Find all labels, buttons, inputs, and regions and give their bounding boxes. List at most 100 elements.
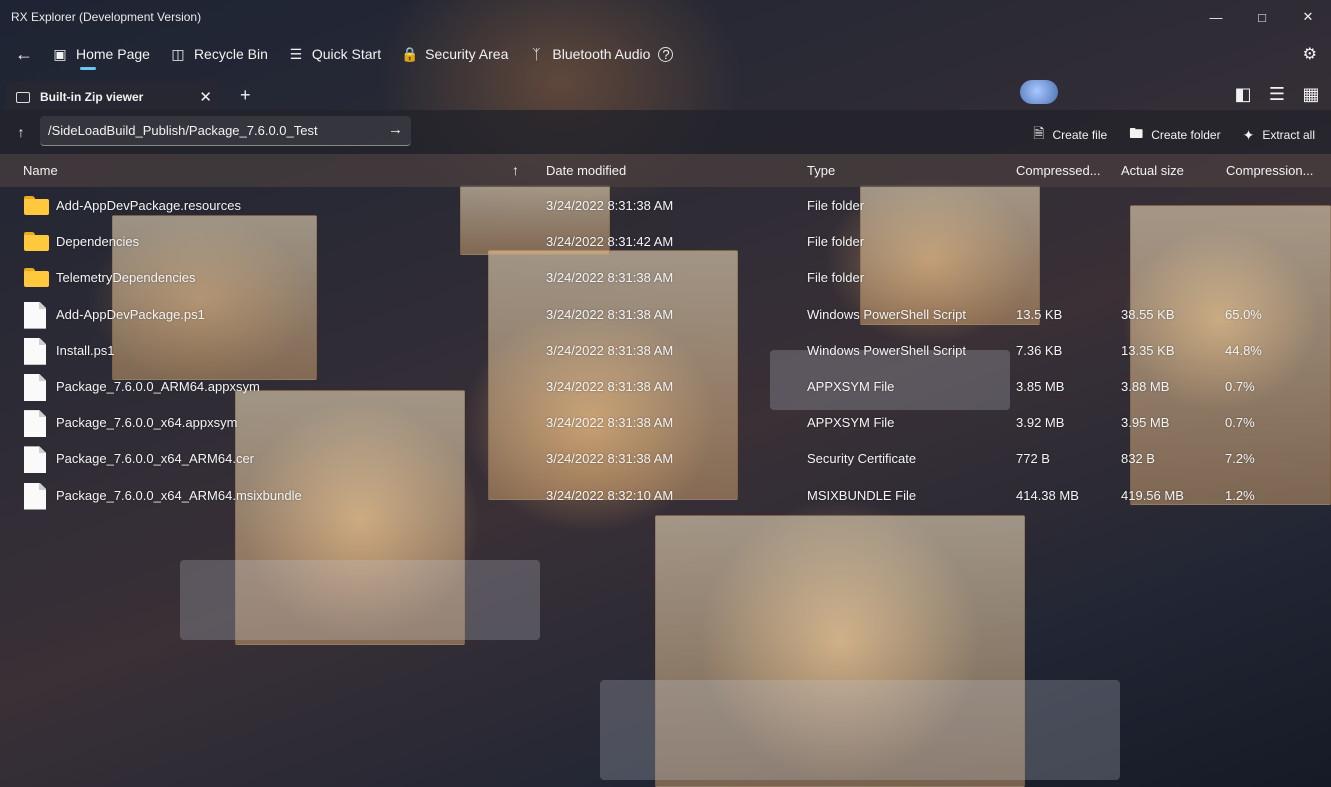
actual-size: 13.35 KB <box>1121 342 1175 358</box>
close-button[interactable]: ✕ <box>1285 0 1331 34</box>
window-title: RX Explorer (Development Version) <box>11 10 202 24</box>
toggle-pill-icon[interactable] <box>1020 80 1058 104</box>
back-arrow-icon: ← <box>15 43 33 64</box>
column-header-date[interactable]: Date modified <box>546 163 626 178</box>
file-name: Add-AppDevPackage.resources <box>56 198 241 213</box>
folder-icon <box>24 196 49 215</box>
folder-icon <box>24 232 49 252</box>
settings-gear-icon[interactable]: ⚙ <box>1303 44 1317 64</box>
file-icon <box>24 373 46 401</box>
file-list-header: Name ↑ Date modified Type Compressed... … <box>0 154 1331 187</box>
column-header-type[interactable]: Type <box>807 163 835 178</box>
extract-all-button[interactable]: ✦ Extract all <box>1243 123 1315 147</box>
file-name: Install.ps1 <box>56 342 115 358</box>
date-modified: 3/24/2022 8:31:38 AM <box>546 451 674 467</box>
table-row[interactable]: Add-AppDevPackage.resources 3/24/2022 8:3… <box>0 187 1331 223</box>
date-modified: 3/24/2022 8:31:38 AM <box>546 270 674 286</box>
help-icon[interactable]: ? <box>658 46 674 62</box>
nav-item-quick-start[interactable]: ☰ Quick Start <box>278 36 391 72</box>
table-row[interactable]: Dependencies 3/24/2022 8:31:42 AM File fol… <box>0 223 1331 259</box>
create-file-button[interactable]: 🗎 Create file <box>1033 123 1107 147</box>
column-header-compressed[interactable]: Compressed... <box>1016 163 1101 178</box>
preview-pane-icon[interactable]: ◧ <box>1231 82 1255 106</box>
command-group: 🗎 Create file 🖿 Create folder ✦ Extract … <box>1033 123 1315 147</box>
compressed-size: 7.36 KB <box>1016 342 1063 358</box>
extract-all-icon: ✦ <box>1242 126 1255 143</box>
file-name: Dependencies <box>56 234 140 250</box>
tab-close-icon[interactable]: ✕ <box>199 88 212 106</box>
path-input[interactable]: /SideLoadBuild_Publish/Package_7.6.0.0_T… <box>40 116 411 146</box>
nav-item-label: Bluetooth Audio <box>552 46 651 62</box>
compressed-size: 772 B <box>1016 451 1050 467</box>
tab-bar: Built-in Zip viewer ✕ + <box>0 80 1331 112</box>
folder-icon <box>24 193 49 215</box>
table-row[interactable]: Package_7.6.0.0_x64_ARM64.cer 3/24/2022 8… <box>0 440 1331 476</box>
file-icon <box>24 337 46 365</box>
tiles-view-icon[interactable]: ☰ <box>1265 82 1289 106</box>
table-row[interactable]: Install.ps1 3/24/2022 8:31:38 AM Windows P… <box>0 332 1331 368</box>
nav-item-home-page[interactable]: ▣ Home Page <box>42 36 160 72</box>
address-bar: ↑ /SideLoadBuild_Publish/Package_7.6.0.0… <box>0 110 1331 154</box>
actual-size: 38.55 KB <box>1121 306 1175 322</box>
minimize-button[interactable]: — <box>1193 0 1239 34</box>
zip-viewer-icon <box>16 91 30 103</box>
actual-size: 3.88 MB <box>1121 378 1170 394</box>
table-row[interactable]: Package_7.6.0.0_x64.appxsym 3/24/2022 8:3… <box>0 404 1331 440</box>
nav-item-label: Quick Start <box>311 46 382 62</box>
parent-folder-button[interactable]: ↑ <box>8 118 34 146</box>
date-modified: 3/24/2022 8:31:42 AM <box>546 234 674 250</box>
table-row[interactable]: Package_7.6.0.0_ARM64.appxsym 3/24/2022 8… <box>0 368 1331 404</box>
go-arrow-icon[interactable]: → <box>388 121 403 138</box>
up-arrow-icon: ↑ <box>17 124 25 140</box>
tab-built-in-zip-viewer[interactable]: Built-in Zip viewer ✕ <box>6 82 222 112</box>
table-row[interactable]: Add-AppDevPackage.ps1 3/24/2022 8:31:38 A… <box>0 296 1331 332</box>
extract-all-label: Extract all <box>1262 128 1315 142</box>
create-file-label: Create file <box>1052 128 1108 142</box>
create-file-icon: 🗎 <box>1033 125 1045 141</box>
folder-icon <box>24 265 49 288</box>
maximize-icon: □ <box>1258 9 1266 25</box>
file-type: File folder <box>807 234 865 250</box>
navigation-bar: ← ▣ Home Page ◫ Recycle Bin ☰ Quick Star… <box>0 36 1331 72</box>
file-name: Package_7.6.0.0_ARM64.appxsym <box>56 378 260 394</box>
sort-ascending-icon[interactable]: ↑ <box>512 162 519 178</box>
date-modified: 3/24/2022 8:31:38 AM <box>546 198 674 213</box>
create-folder-button[interactable]: 🖿 Create folder <box>1129 123 1220 147</box>
back-button[interactable]: ← <box>6 36 42 72</box>
nav-item-bluetooth-audio[interactable]: ᛉ Bluetooth Audio ? <box>518 36 683 72</box>
file-icon <box>24 410 46 438</box>
column-header-name[interactable]: Name <box>23 163 58 178</box>
actual-size: 3.95 MB <box>1121 415 1170 431</box>
file-icon <box>24 482 46 510</box>
file-icon <box>24 410 46 438</box>
table-row[interactable]: Package_7.6.0.0_x64_ARM64.msixbundle 3/24… <box>0 477 1331 513</box>
table-row[interactable]: TelemetryDependencies 3/24/2022 8:31:38 A… <box>0 259 1331 295</box>
compression-ratio: 0.7% <box>1225 415 1255 431</box>
date-modified: 3/24/2022 8:31:38 AM <box>546 415 674 431</box>
column-header-actual-size[interactable]: Actual size <box>1121 163 1184 178</box>
recycle-bin-icon: ◫ <box>171 45 185 62</box>
close-icon: ✕ <box>1302 9 1314 24</box>
file-type: Windows PowerShell Script <box>807 342 966 358</box>
maximize-button[interactable]: □ <box>1239 0 1285 34</box>
compression-ratio: 44.8% <box>1225 342 1262 358</box>
actual-size: 832 B <box>1121 451 1155 467</box>
folder-icon <box>24 268 49 288</box>
add-tab-icon[interactable]: + <box>240 85 251 106</box>
nav-item-security-area[interactable]: 🔒 Security Area <box>391 36 518 72</box>
file-type: Security Certificate <box>807 451 917 467</box>
grid-view-icon[interactable]: ▦ <box>1299 82 1323 106</box>
column-header-compression[interactable]: Compression... <box>1226 163 1313 178</box>
nav-item-label: Home Page <box>76 46 150 62</box>
nav-item-label: Recycle Bin <box>193 46 268 62</box>
file-icon <box>24 446 46 474</box>
nav-item-recycle-bin[interactable]: ◫ Recycle Bin <box>160 36 278 72</box>
title-bar: RX Explorer (Development Version) <box>0 0 1331 34</box>
file-type: File folder <box>807 270 865 286</box>
file-name: Package_7.6.0.0_x64_ARM64.msixbundle <box>56 487 302 503</box>
home-page-icon: ▣ <box>53 45 67 62</box>
file-icon <box>24 337 46 365</box>
compressed-size: 13.5 KB <box>1016 306 1063 322</box>
file-name: Package_7.6.0.0_x64.appxsym <box>56 415 238 431</box>
compressed-size: 3.92 MB <box>1016 415 1065 431</box>
